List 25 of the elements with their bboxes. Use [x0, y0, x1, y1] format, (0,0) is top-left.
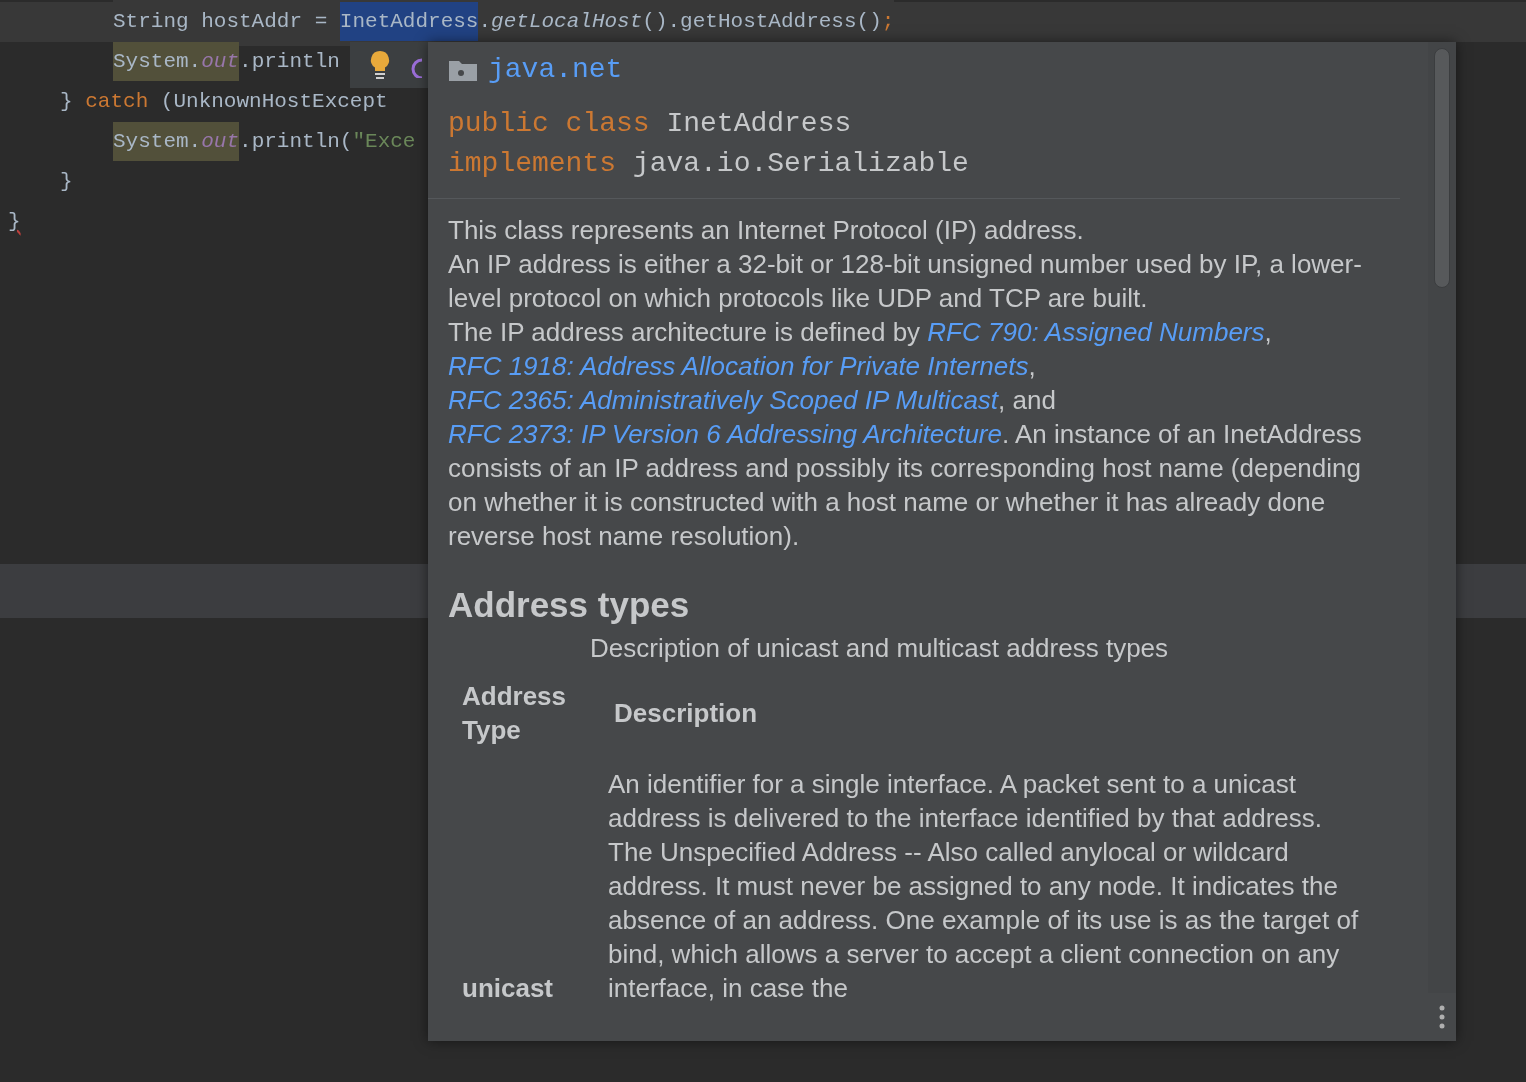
class-signature: implements java.io.Serializable [448, 147, 970, 181]
rfc-link[interactable]: RFC 790: Assigned Numbers [927, 317, 1265, 347]
rfc-link[interactable]: RFC 1918: Address Allocation for Private Internets [448, 351, 1029, 381]
table-cell-text: The Unspecified Address -- Also called anylocal or wildcard address. It must never be assigned to any node. It indicates the absence of an address. One example of its use is as the target of bind, which allows a server to accept a client connection on any interface, in case the [608, 836, 1360, 1005]
code-line: } [8, 209, 21, 236]
section-title: Address types [448, 584, 691, 626]
rfc-link[interactable]: RFC 2373: IP Version 6 Addressing Architecture [448, 419, 1002, 449]
column-header: Description [613, 697, 758, 730]
folder-icon [448, 58, 478, 82]
table-cell-text: An identifier for a single interface. A packet sent to a unicast address is delivered to the interface identified by that address. [608, 768, 1323, 835]
more-options-icon[interactable] [1439, 1005, 1445, 1029]
class-signature: public class InetAddress [448, 107, 853, 141]
code-line: } [60, 169, 73, 196]
table-cell-text: unicast [462, 972, 554, 1005]
package-name[interactable]: java.net [488, 49, 623, 91]
description-text: This class represents an Internet Protocol (IP) address. [448, 214, 1085, 247]
rfc-link[interactable]: RFC 2365: Administratively Scoped IP Multicast [448, 385, 999, 415]
column-header: Address Type [461, 680, 568, 747]
scrollbar-thumb[interactable] [1434, 48, 1450, 288]
description-text: The IP address architecture is defined by RFC 790: Assigned Numbers, RFC 1918: Address Allocation for Private Internets, RFC 2365: Administratively Scoped IP Multicast, and RFC 2373: IP Version 6 Addressing Architecture. An instance of an InetAddress consists of an IP address and possibly its corresponding host name (depending on whether it is constructed with a host name or whether it has already done reverse host name resolution). [448, 316, 1363, 553]
lightbulb-icon[interactable] [368, 49, 392, 81]
code-line: } catch (UnknownHostExcept [60, 89, 388, 116]
description-text: An IP address is either a 32-bit or 128-bit unsigned number used by IP, a lower-level protocol on which protocols like UDP and TCP are built. [448, 248, 1363, 315]
code-line: System.out.println("Exce [113, 118, 416, 166]
table-caption: Description of unicast and multicast address types [589, 632, 1170, 665]
